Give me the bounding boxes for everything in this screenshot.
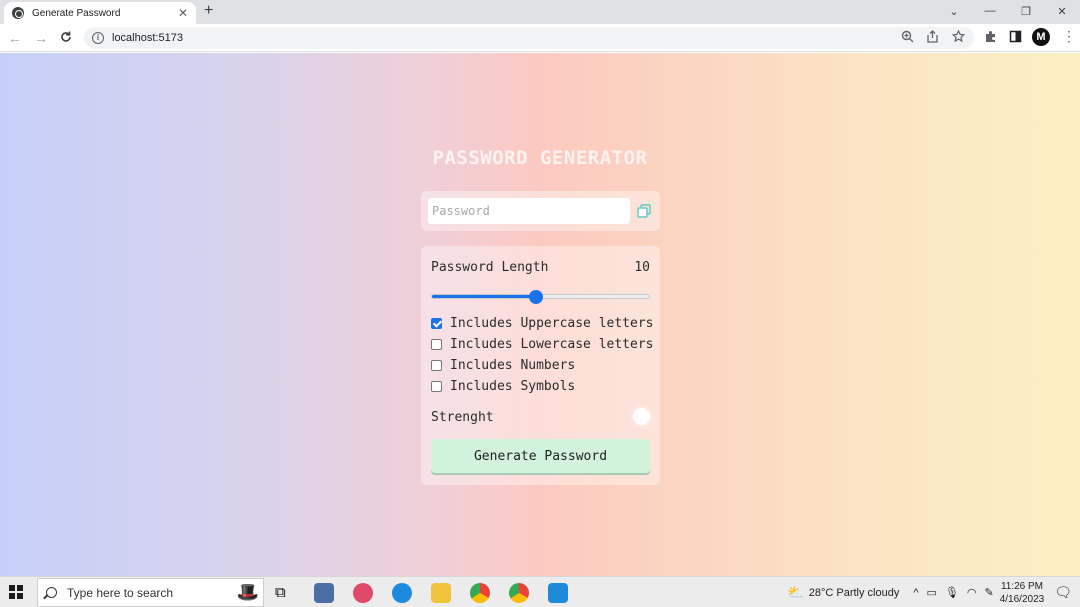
option-label: Includes Numbers [450, 357, 576, 373]
language-icon[interactable]: ✎ [985, 586, 994, 599]
options-card: Password Length 10 Includes Uppercase le… [421, 246, 660, 485]
site-info-icon[interactable]: i [92, 32, 104, 44]
weather-icon: ⛅ [787, 584, 805, 600]
app-title: PASSWORD GENERATOR [432, 147, 648, 169]
window-controls: ⌄ — ❐ ✕ [936, 0, 1080, 22]
taskbar-search[interactable]: Type here to search 🎩 [37, 578, 264, 607]
search-icon [46, 587, 57, 598]
address-bar[interactable]: i localhost:5173 [84, 27, 974, 49]
forward-icon[interactable]: → [34, 29, 48, 47]
network-icon[interactable]: ▭ [927, 586, 937, 599]
symbols-checkbox[interactable] [431, 380, 442, 392]
close-window-button[interactable]: ✕ [1044, 5, 1080, 18]
strength-label: Strenght [431, 410, 494, 425]
reload-icon[interactable] [59, 30, 73, 44]
chrome-icon[interactable] [470, 583, 490, 603]
globe-icon [12, 7, 24, 19]
clock-time: 11:26 PM [1000, 580, 1043, 592]
search-placeholder: Type here to search [67, 585, 174, 600]
browser-toolbar: ← → i localhost:5173 M ⋮ [0, 24, 1080, 52]
option-uppercase[interactable]: Includes Uppercase letters [431, 315, 654, 331]
share-icon[interactable] [926, 30, 939, 43]
option-label: Includes Lowercase letters [450, 336, 654, 352]
side-panel-icon[interactable] [1009, 30, 1022, 43]
option-numbers[interactable]: Includes Numbers [431, 357, 575, 373]
vscode-icon[interactable] [548, 583, 568, 603]
windows-start-icon[interactable] [9, 585, 23, 599]
kebab-menu-icon[interactable]: ⋮ [1062, 28, 1076, 44]
strength-indicator [633, 408, 650, 425]
clock[interactable]: 11:26 PM 4/16/2023 [1000, 580, 1045, 606]
chrome-profile-icon[interactable] [509, 583, 529, 603]
extensions-icon[interactable] [984, 30, 997, 43]
browser-tab-bar: Generate Password ✕ + ⌄ — ❐ ✕ [0, 0, 1080, 24]
task-view-icon[interactable]: ⧉ [275, 583, 295, 603]
edge-icon[interactable] [392, 583, 412, 603]
option-label: Includes Uppercase letters [450, 315, 654, 331]
length-slider[interactable] [431, 290, 650, 304]
star-icon[interactable] [952, 30, 965, 43]
url-text: localhost:5173 [112, 32, 183, 44]
restore-button[interactable]: ❐ [1008, 5, 1044, 18]
zoom-icon[interactable] [901, 30, 914, 43]
length-label: Password Length [431, 260, 549, 275]
slider-fill [432, 295, 537, 298]
option-symbols[interactable]: Includes Symbols [431, 378, 575, 394]
minimize-button[interactable]: — [972, 5, 1008, 17]
tab-search-icon[interactable]: ⌄ [936, 5, 972, 18]
option-label: Includes Symbols [450, 378, 576, 394]
generate-password-button[interactable]: Generate Password [431, 439, 650, 473]
weather-text[interactable]: 28°C Partly cloudy [809, 587, 900, 599]
tab-close-icon[interactable]: ✕ [178, 7, 188, 19]
clock-date: 4/16/2023 [999, 593, 1045, 605]
tab-title: Generate Password [32, 7, 121, 19]
option-lowercase[interactable]: Includes Lowercase letters [431, 336, 654, 352]
search-highlight-icon: 🎩 [236, 582, 259, 602]
numbers-checkbox[interactable] [431, 359, 442, 371]
uppercase-checkbox[interactable] [431, 317, 442, 329]
page-background: PASSWORD GENERATOR Password Length 10 In… [0, 53, 1080, 576]
new-tab-button[interactable]: + [204, 2, 213, 20]
browser-tab[interactable]: Generate Password ✕ [4, 2, 196, 24]
profile-avatar[interactable]: M [1032, 28, 1050, 46]
chevron-up-icon[interactable]: ^ [913, 587, 918, 599]
copy-icon[interactable] [637, 204, 651, 218]
snipping-tool-icon[interactable] [353, 583, 373, 603]
length-value: 10 [634, 260, 650, 275]
password-output-card [421, 191, 660, 231]
system-tray: ⛅ 28°C Partly cloudy ^ ▭ 🎙 ◠ ✎ 11:26 PM … [787, 577, 1080, 607]
back-icon[interactable]: ← [8, 29, 22, 47]
slider-thumb[interactable] [529, 290, 544, 304]
lowercase-checkbox[interactable] [431, 338, 442, 350]
microphone-icon[interactable]: 🎙 [945, 586, 959, 599]
wifi-icon[interactable]: ◠ [967, 586, 977, 599]
password-field[interactable] [428, 198, 630, 224]
taskbar: Type here to search 🎩 ⧉ ⛅ 28°C Partly cl… [0, 576, 1080, 607]
notifications-icon[interactable]: 🗨 [1054, 584, 1072, 601]
file-explorer-icon[interactable] [431, 583, 451, 603]
explorer-app-icon[interactable] [314, 583, 334, 603]
